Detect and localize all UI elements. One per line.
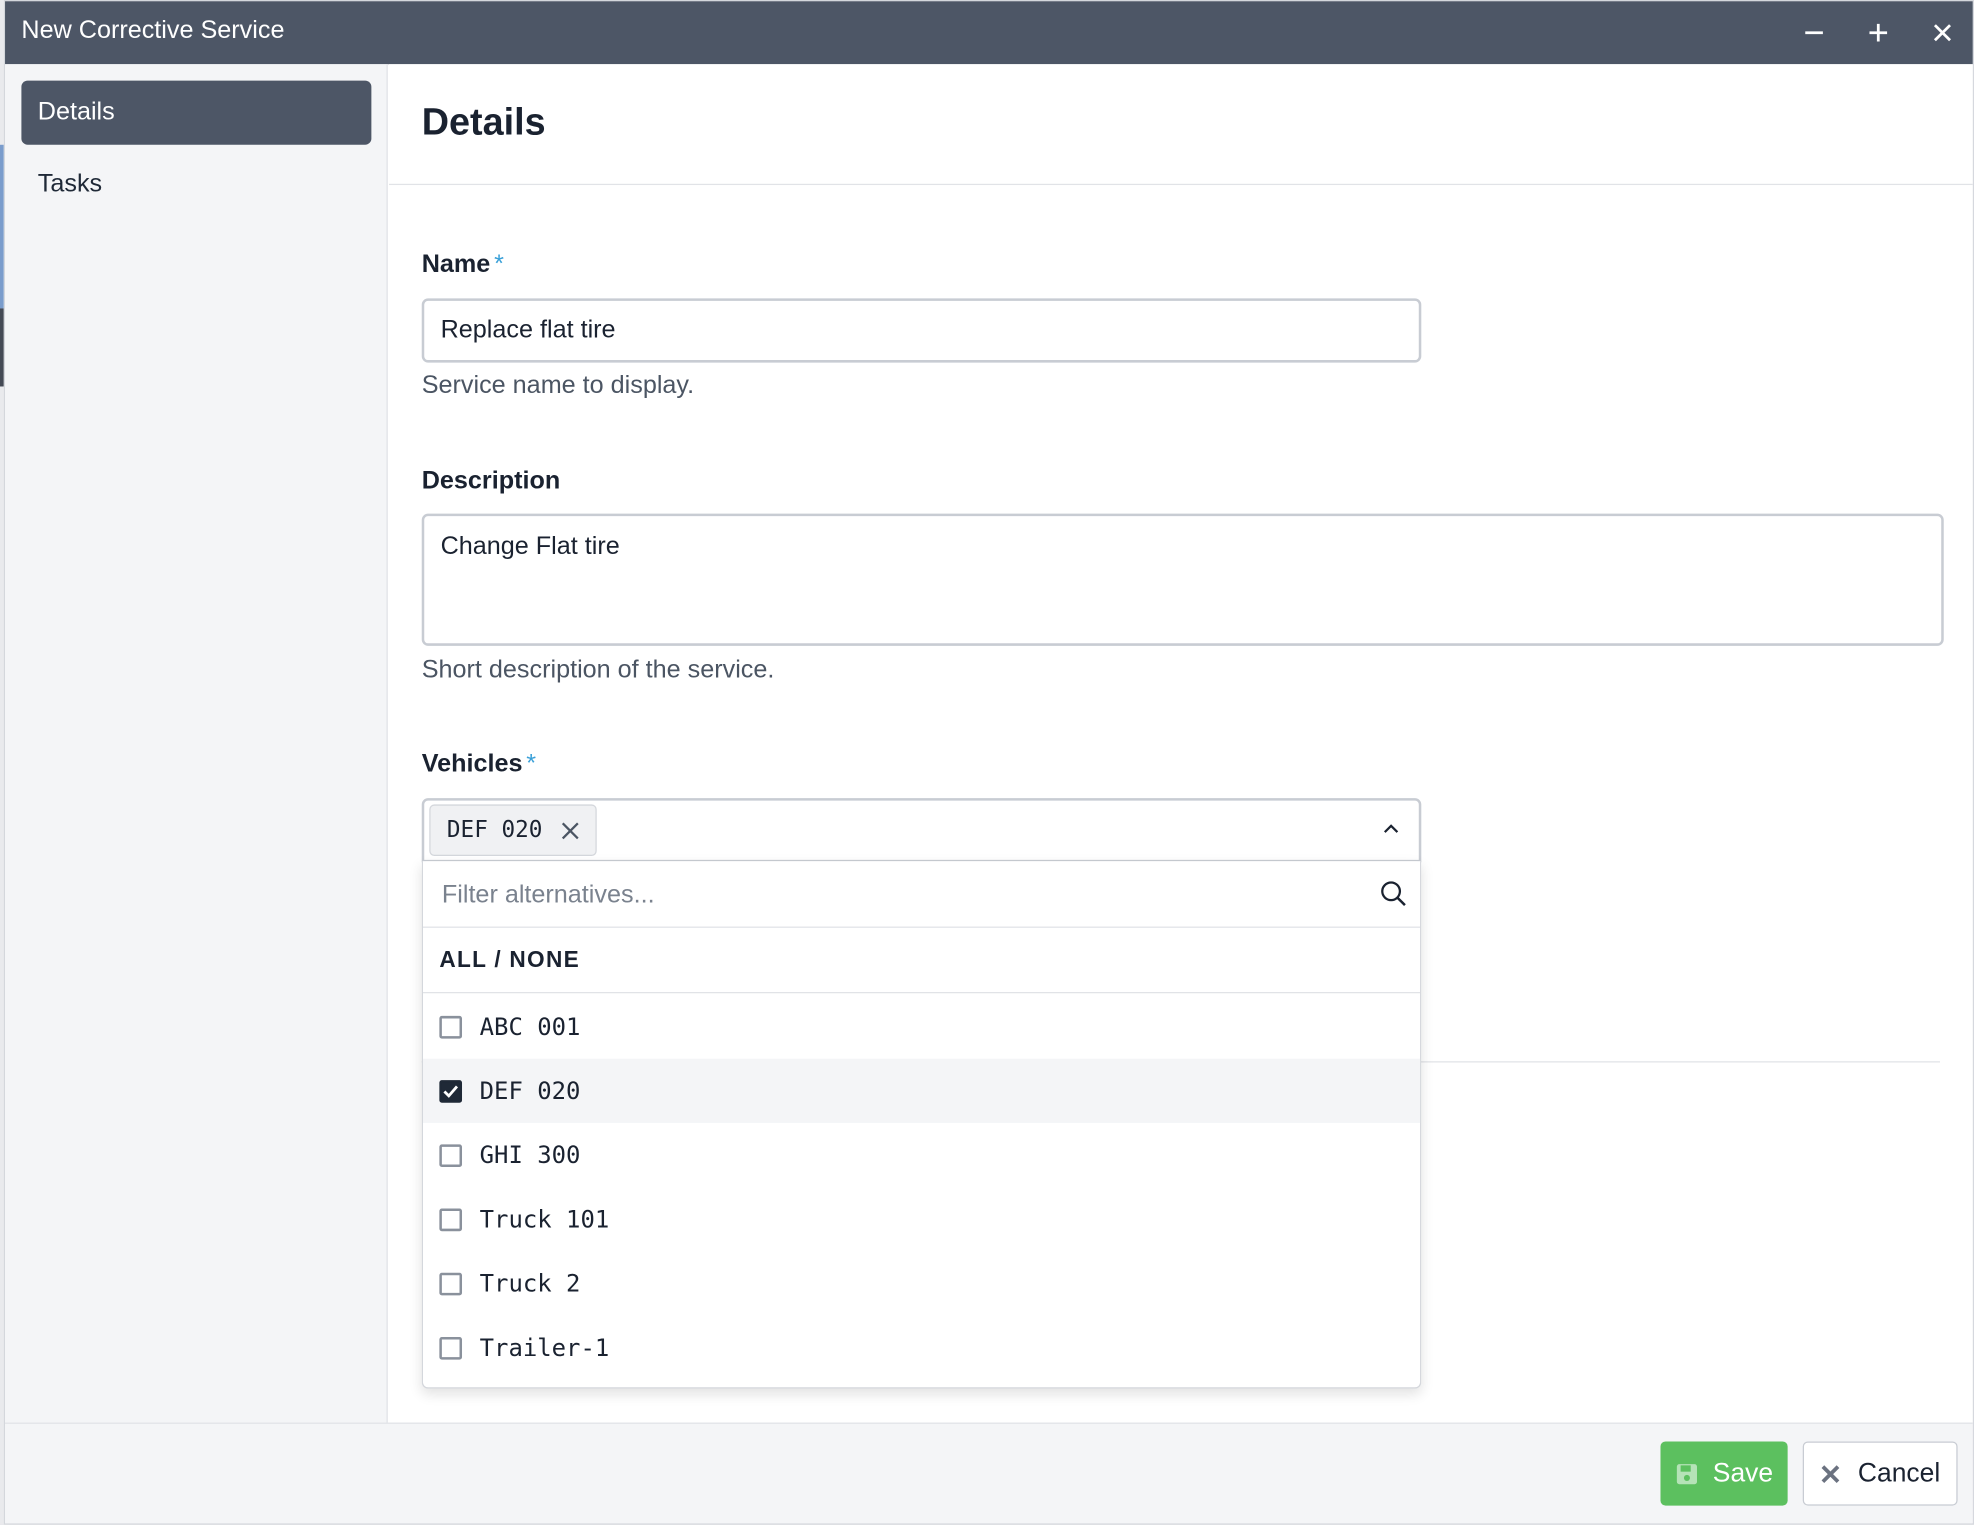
checkbox[interactable] [439,1143,463,1167]
filter-input[interactable] [439,878,1346,912]
minimize-icon [1805,31,1823,35]
close-icon [1933,24,1952,42]
name-help-text: Service name to display. [421,371,695,400]
save-icon [1676,1463,1697,1484]
chip-label: DEF 020 [446,817,543,844]
window-titlebar: New Corrective Service [5,1,1973,65]
close-icon [561,821,579,839]
vehicles-multiselect[interactable]: DEF 020 [421,798,1422,863]
vehicle-option-label: Truck 2 [479,1269,581,1298]
vehicle-option[interactable]: Truck 2 [423,1251,1420,1315]
sidebar-item-label: Tasks [37,169,103,198]
vehicle-option-label: DEF 020 [479,1076,581,1105]
description-field-value: Change Flat tire [440,532,620,561]
close-button[interactable] [1926,16,1959,49]
checkbox[interactable] [439,1272,463,1295]
required-marker: * [526,750,537,779]
name-field[interactable]: Replace flat tire [421,298,1422,363]
required-marker: * [494,250,504,279]
checkbox[interactable] [439,1079,463,1103]
filter-row [422,861,1421,928]
save-button[interactable]: Save [1660,1441,1788,1506]
vehicles-label-text: Vehicles [421,750,523,779]
sidebar-item-label: Details [37,98,115,126]
main-content: Details Name * Replace flat tire Service … [389,64,1973,1423]
vehicles-dropdown: ALL / NONE ABC 001 DEF 020 GHI 300 [421,861,1422,1389]
close-icon [1821,1464,1840,1483]
dialog-window: New Corrective Service Details Tasks Det… [3,0,1974,1525]
cancel-button-label: Cancel [1857,1458,1941,1488]
vehicle-option-label: GHI 300 [479,1141,581,1169]
description-field[interactable]: Change Flat tire [421,513,1944,646]
sidebar-item-tasks[interactable]: Tasks [21,152,371,216]
window-title: New Corrective Service [21,16,285,45]
select-all-none-toggle[interactable]: ALL / NONE [422,928,1421,994]
vehicles-label: Vehicles * [422,750,536,779]
checkbox[interactable] [439,1207,463,1231]
page-title: Details [421,101,546,144]
minimize-button[interactable] [1798,16,1831,49]
vehicle-option-label: ABC 001 [479,1012,581,1041]
search-icon[interactable] [1380,880,1408,914]
divider [389,183,1973,186]
cancel-button[interactable]: Cancel [1802,1441,1958,1506]
vehicle-option[interactable]: Trailer-1 [423,1316,1420,1380]
description-label: Description [421,467,561,495]
checkbox[interactable] [439,1015,463,1038]
save-button-label: Save [1712,1458,1774,1488]
remove-chip-button[interactable] [560,820,580,840]
sidebar-item-details[interactable]: Details [21,80,372,145]
dialog-footer: Save Cancel [5,1422,1973,1524]
checkmark-icon [443,1084,459,1098]
checkbox[interactable] [439,1336,463,1359]
name-label-text: Name [421,250,491,279]
plus-icon [1869,23,1888,42]
name-label: Name * [422,251,504,280]
name-field-value: Replace flat tire [440,315,616,344]
chevron-up-icon[interactable] [1381,820,1401,846]
description-help-text: Short description of the service. [421,655,775,684]
vehicle-option[interactable]: DEF 020 [422,1058,1421,1123]
sidebar: Details Tasks [5,64,388,1423]
vehicle-option[interactable]: ABC 001 [423,995,1420,1059]
vehicle-option[interactable]: GHI 300 [423,1123,1420,1187]
vehicle-option-label: Trailer-1 [479,1333,610,1362]
vehicle-option[interactable]: Truck 101 [423,1187,1420,1251]
selected-vehicle-chip: DEF 020 [429,804,597,857]
maximize-button[interactable] [1862,16,1895,49]
vehicle-option-label: Truck 101 [479,1205,610,1234]
